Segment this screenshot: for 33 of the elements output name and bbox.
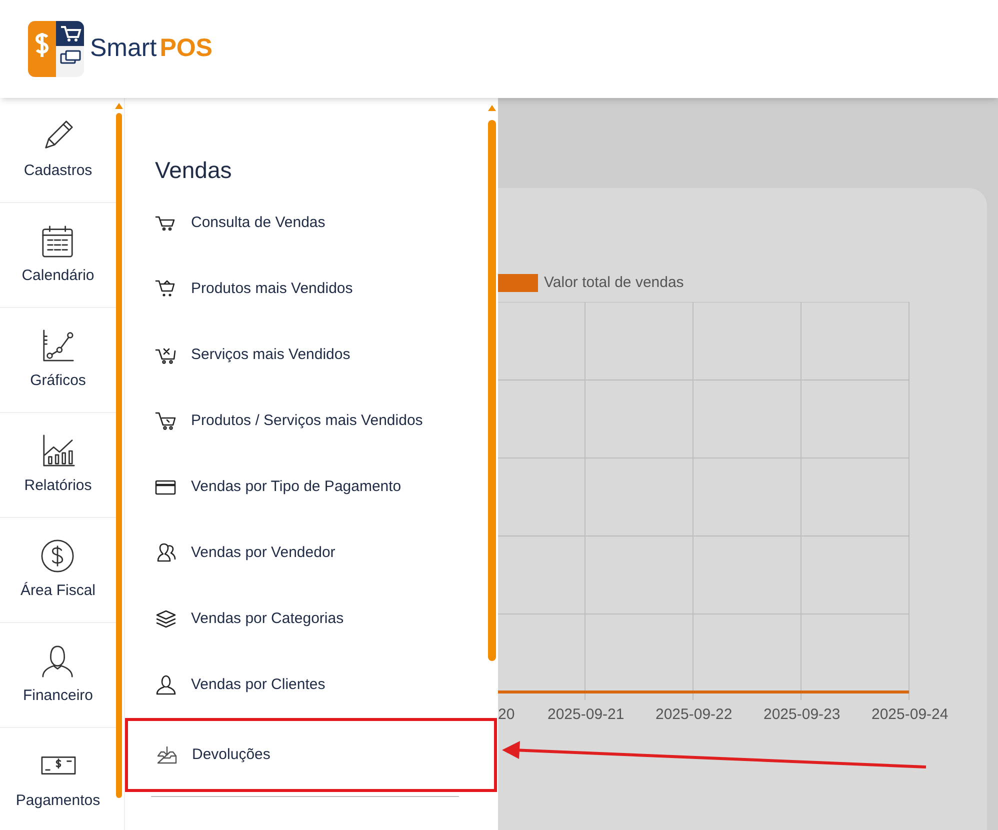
axis-label: 2025-09-23 [764,705,840,725]
submenu-item[interactable]: Produtos / Serviços mais Vendidos [125,388,483,454]
legend-label: Valor total de vendas [544,273,684,293]
logo-accent-text: POS [160,33,212,64]
scroll-up-icon [115,103,123,109]
submenu-icon [155,411,177,431]
submenu-icon [156,745,178,765]
logo-icon [28,21,84,77]
submenu-item[interactable]: Vendas por Clientes [125,652,483,718]
submenu-item[interactable]: Vendas por Categorias [125,586,483,652]
submenu-item[interactable]: Devoluções [125,718,497,792]
submenu-item[interactable]: Produtos mais Vendidos [125,256,483,322]
rail-icon [40,538,76,574]
rail-icon [40,328,76,364]
axis-label: 2025-09-24 [872,705,948,725]
logo-text: Smart [90,33,157,64]
scroll-up-icon [488,105,496,111]
submenu-item[interactable]: Serviços mais Vendidos [125,322,483,388]
axis-label: 2025-09-21 [548,705,624,725]
submenu-icon [155,675,177,695]
submenu-item[interactable]: Vendas por Tipo de Pagamento [125,454,483,520]
legend-swatch [498,274,538,292]
submenu-icon [155,609,177,629]
rail-icon [40,432,76,469]
submenu-icon [155,543,177,563]
submenu-title: Vendas [155,156,232,185]
submenu-item[interactable]: Vendas por Vendedor [125,520,483,586]
submenu-item[interactable]: Consulta de Vendas [125,190,483,256]
rail-icon [40,222,76,259]
rail-icon [40,642,76,679]
submenu-icon [155,279,177,299]
axis-label: 2025-09-22 [656,705,732,725]
axis-label: 20 [498,705,515,725]
